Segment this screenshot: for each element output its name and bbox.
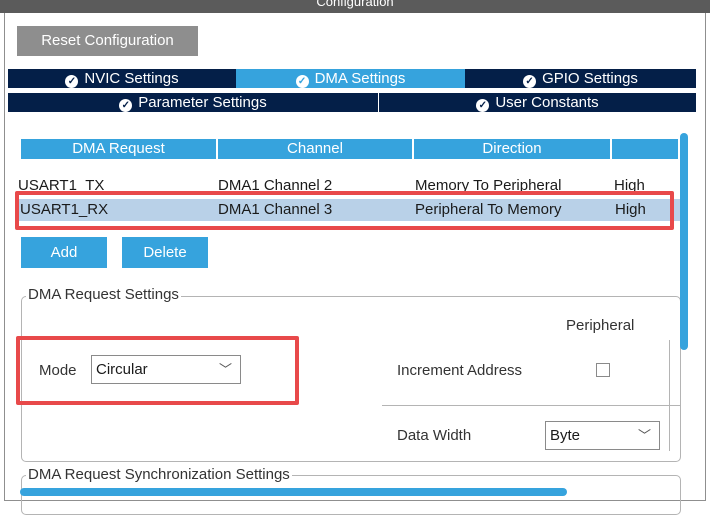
data-width-label: Data Width xyxy=(397,427,472,444)
highlight-box-selected-row xyxy=(15,191,674,230)
check-circle-icon: ✓ xyxy=(523,75,537,88)
tab-label: Parameter Settings xyxy=(138,94,267,111)
peripheral-column-label: Peripheral xyxy=(566,317,635,334)
window-title-bar: Configuration xyxy=(0,0,710,13)
tab-dma-settings[interactable]: ✓ DMA Settings xyxy=(236,69,465,88)
tab-parameter-settings[interactable]: ✓ Parameter Settings xyxy=(8,93,378,112)
dma-sync-settings-legend: DMA Request Synchronization Settings xyxy=(26,466,292,484)
check-circle-icon: ✓ xyxy=(65,75,79,88)
delete-button[interactable]: Delete xyxy=(122,237,208,268)
highlight-box-mode xyxy=(16,336,299,405)
tab-label: GPIO Settings xyxy=(542,70,638,87)
column-header-direction[interactable]: Direction xyxy=(414,139,610,159)
chevron-down-icon: ﹀ xyxy=(637,428,651,443)
window-title: Configuration xyxy=(316,0,394,9)
peripheral-divider-vertical xyxy=(669,340,670,451)
check-circle-icon: ✓ xyxy=(119,99,133,112)
tab-label: DMA Settings xyxy=(314,70,406,87)
tab-gpio-settings[interactable]: ✓ GPIO Settings xyxy=(465,69,696,88)
data-width-select[interactable]: Byte ﹀ xyxy=(545,421,660,450)
dma-request-settings-legend: DMA Request Settings xyxy=(26,286,181,304)
tab-label: NVIC Settings xyxy=(84,70,179,87)
peripheral-divider-horizontal xyxy=(382,405,681,406)
vertical-scrollbar[interactable] xyxy=(680,133,688,350)
check-circle-icon: ✓ xyxy=(476,99,490,112)
reset-configuration-button[interactable]: Reset Configuration xyxy=(17,26,198,56)
column-header-priority[interactable] xyxy=(612,139,678,159)
check-circle-icon: ✓ xyxy=(295,75,309,88)
column-header-channel[interactable]: Channel xyxy=(218,139,412,159)
increment-address-checkbox[interactable] xyxy=(596,363,610,377)
data-width-select-value: Byte xyxy=(550,427,581,444)
tab-nvic-settings[interactable]: ✓ NVIC Settings xyxy=(8,69,236,88)
add-button[interactable]: Add xyxy=(21,237,107,268)
tab-user-constants[interactable]: ✓ User Constants xyxy=(379,93,696,112)
tab-label: User Constants xyxy=(495,94,599,111)
column-header-dma-request[interactable]: DMA Request xyxy=(21,139,216,159)
increment-address-label: Increment Address xyxy=(397,362,523,379)
horizontal-scrollbar[interactable] xyxy=(20,488,567,496)
